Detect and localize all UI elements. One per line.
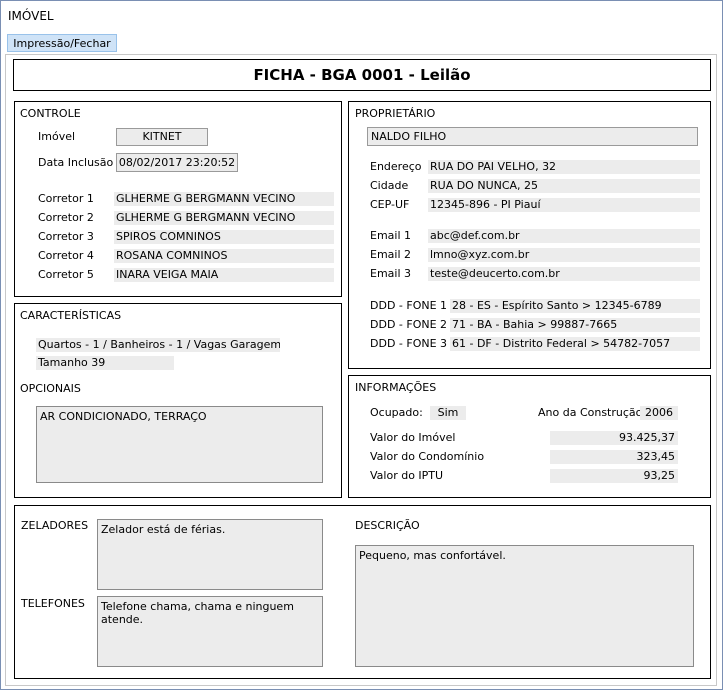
descricao-textarea[interactable]: Pequeno, mas confortável. bbox=[355, 545, 694, 667]
email-field[interactable]: teste@deucerto.com.br bbox=[428, 267, 700, 281]
corretor-label: Corretor 1 bbox=[38, 192, 94, 205]
corretor-label: Corretor 2 bbox=[38, 211, 94, 224]
print-close-button[interactable]: Impressão/Fechar bbox=[7, 34, 117, 52]
window-title: IMÓVEL bbox=[8, 9, 54, 23]
controle-title: CONTROLE bbox=[20, 107, 81, 120]
valor-condominio-label: Valor do Condomínio bbox=[370, 450, 485, 463]
valor-condominio-field[interactable]: 323,45 bbox=[550, 450, 678, 464]
valor-iptu-field[interactable]: 93,25 bbox=[550, 469, 678, 483]
telefones-label: TELEFONES bbox=[21, 597, 85, 610]
corretor-label: Corretor 3 bbox=[38, 230, 94, 243]
cep-uf-field[interactable]: 12345-896 - PI Piauí bbox=[428, 198, 700, 212]
tamanho-field[interactable]: Tamanho 39 bbox=[36, 356, 174, 370]
valor-imovel-field[interactable]: 93.425,37 bbox=[550, 431, 678, 445]
imovel-field[interactable]: KITNET bbox=[116, 128, 208, 146]
ocupado-label: Ocupado: bbox=[370, 406, 423, 419]
email-label: Email 3 bbox=[370, 267, 412, 280]
email-label: Email 1 bbox=[370, 229, 412, 242]
corretor-field[interactable]: GLHERME G BERGMANN VECINO bbox=[114, 211, 334, 225]
descricao-label: DESCRIÇÃO bbox=[355, 519, 420, 532]
opcionais-title: OPCIONAIS bbox=[20, 382, 81, 395]
corretor-label: Corretor 5 bbox=[38, 268, 94, 281]
email-field[interactable]: lmno@xyz.com.br bbox=[428, 248, 700, 262]
fone-label: DDD - FONE 1 bbox=[370, 299, 448, 312]
fone-field[interactable]: 71 - BA - Bahia > 99887-7665 bbox=[450, 318, 700, 332]
zeladores-label: ZELADORES bbox=[21, 519, 89, 532]
ano-construcao-field[interactable]: 2006 bbox=[640, 406, 678, 420]
fone-field[interactable]: 28 - ES - Espírito Santo > 12345-6789 bbox=[450, 299, 700, 313]
cidade-label: Cidade bbox=[370, 179, 409, 192]
corretor-label: Corretor 4 bbox=[38, 249, 94, 262]
zeladores-textarea[interactable]: Zelador está de férias. bbox=[97, 519, 323, 590]
telefones-textarea[interactable]: Telefone chama, chama e ninguem atende. bbox=[97, 596, 323, 667]
caracteristicas-rooms-field[interactable]: Quartos - 1 / Banheiros - 1 / Vagas Gara… bbox=[36, 338, 280, 352]
valor-imovel-label: Valor do Imóvel bbox=[370, 431, 456, 444]
page-title: FICHA - BGA 0001 - Leilão bbox=[13, 59, 711, 91]
ano-construcao-label: Ano da Construção: bbox=[538, 406, 647, 419]
corretor-field[interactable]: SPIROS COMNINOS bbox=[114, 230, 334, 244]
email-label: Email 2 bbox=[370, 248, 412, 261]
opcionais-textarea[interactable]: AR CONDICIONADO, TERRAÇO bbox=[36, 406, 323, 483]
informacoes-title: INFORMAÇÕES bbox=[355, 381, 437, 394]
ocupado-field[interactable]: Sim bbox=[430, 406, 466, 420]
proprietario-title: PROPRIETÁRIO bbox=[355, 107, 436, 120]
fone-label: DDD - FONE 2 bbox=[370, 318, 448, 331]
data-inclusao-label: Data Inclusão bbox=[38, 156, 114, 169]
fone-label: DDD - FONE 3 bbox=[370, 337, 448, 350]
imovel-label: Imóvel bbox=[38, 130, 76, 143]
corretor-field[interactable]: INARA VEIGA MAIA bbox=[114, 268, 334, 282]
corretor-field[interactable]: GLHERME G BERGMANN VECINO bbox=[114, 192, 334, 206]
endereco-field[interactable]: RUA DO PAI VELHO, 32 bbox=[428, 160, 700, 174]
fone-field[interactable]: 61 - DF - Distrito Federal > 54782-7057 bbox=[450, 337, 700, 351]
endereco-label: Endereço bbox=[370, 160, 422, 173]
corretor-field[interactable]: ROSANA COMNINOS bbox=[114, 249, 334, 263]
cidade-field[interactable]: RUA DO NUNCA, 25 bbox=[428, 179, 700, 193]
email-field[interactable]: abc@def.com.br bbox=[428, 229, 700, 243]
data-inclusao-field[interactable]: 08/02/2017 23:20:52 bbox=[116, 153, 238, 172]
proprietario-nome-field[interactable]: NALDO FILHO bbox=[367, 127, 698, 146]
cep-uf-label: CEP-UF bbox=[370, 198, 410, 211]
valor-iptu-label: Valor do IPTU bbox=[370, 469, 444, 482]
caracteristicas-title: CARACTERÍSTICAS bbox=[20, 309, 122, 322]
